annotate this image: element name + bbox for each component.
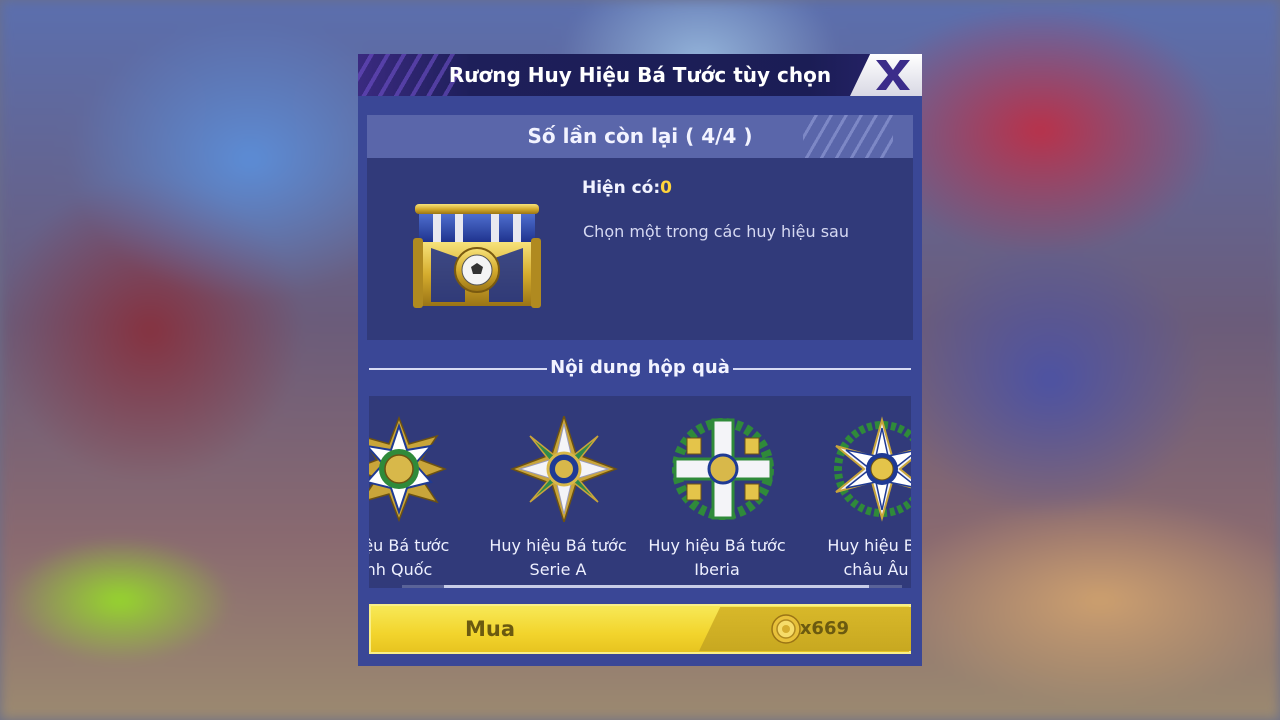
badge-carousel[interactable]: hiệu Bá tước nh Quốc Huy hiệu Bá tước Se… xyxy=(369,396,911,588)
buy-button[interactable]: Mua x669 xyxy=(369,604,911,654)
owned-count: Hiện có:0 xyxy=(582,178,672,198)
carousel-scrollbar-thumb[interactable] xyxy=(444,585,869,588)
badge-name: hiệu Bá tước nh Quốc xyxy=(369,536,450,579)
chest-description: Chọn một trong các huy hiệu sau xyxy=(583,222,849,241)
remaining-count-text: Số lần còn lại ( 4/4 ) xyxy=(527,124,753,148)
owned-label: Hiện có: xyxy=(582,178,661,198)
dialog-titlebar: Rương Huy Hiệu Bá Tước tùy chọn xyxy=(358,54,922,96)
chest-info-panel: Hiện có:0 Chọn một trong các huy hiệu sa… xyxy=(367,158,913,340)
badge-item-serie-a[interactable]: Huy hiệu Bá tước Serie A xyxy=(483,396,633,588)
chau-au-badge-icon xyxy=(834,416,911,522)
dialog-title: Rương Huy Hiệu Bá Tước tùy chọn xyxy=(448,63,832,87)
badge-item-iberia[interactable]: Huy hiệu Bá tước Iberia xyxy=(642,396,792,588)
gold-coin-icon xyxy=(771,614,801,644)
iberia-badge-icon xyxy=(672,418,774,520)
chest-dialog: Rương Huy Hiệu Bá Tước tùy chọn Số lần c… xyxy=(358,54,922,666)
serie-a-badge-icon xyxy=(510,416,618,522)
badge-item-anh-quoc[interactable]: hiệu Bá tước nh Quốc xyxy=(369,396,474,588)
anh-quoc-badge-icon xyxy=(369,416,447,522)
buy-label: Mua xyxy=(465,617,516,641)
remaining-count-bar: Số lần còn lại ( 4/4 ) xyxy=(367,115,913,158)
buy-price: x669 xyxy=(799,618,849,639)
owned-value: 0 xyxy=(660,178,673,198)
close-x-icon xyxy=(876,60,910,90)
gold-blue-chest-icon xyxy=(413,204,541,308)
badge-name: Huy hiệu Bá tước Iberia xyxy=(648,536,786,579)
badge-name: Huy hiệu Bá tước Serie A xyxy=(489,536,627,579)
badge-name: Huy hiệu Bá châu Âu xyxy=(827,536,911,579)
badge-item-chau-au[interactable]: Huy hiệu Bá châu Âu xyxy=(801,396,911,588)
contents-section-title: Nội dung hộp quà xyxy=(550,357,730,378)
contents-section-header: Nội dung hộp quà xyxy=(369,354,911,384)
